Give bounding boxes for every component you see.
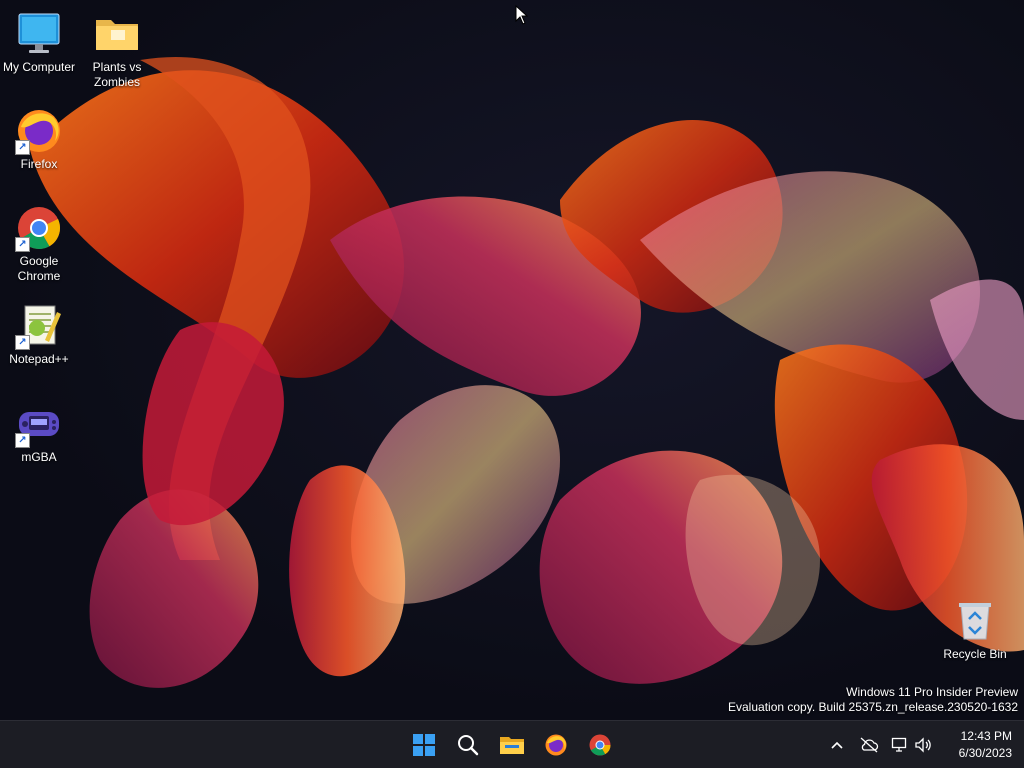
search-icon [458, 735, 479, 756]
firefox-taskbar-button[interactable] [538, 727, 574, 763]
shortcut-arrow-icon: ↗ [15, 433, 30, 448]
clock-time: 12:43 PM [960, 729, 1012, 743]
desktop-icon-google-chrome[interactable]: ↗ Google Chrome [1, 204, 77, 284]
search-button[interactable] [450, 727, 486, 763]
file-explorer-icon [500, 737, 524, 754]
desktop[interactable]: My Computer Plants vs Zombies ↗ Firefox [0, 0, 1024, 720]
monitor-icon [15, 10, 63, 58]
desktop-icon-firefox[interactable]: ↗ Firefox [1, 107, 77, 172]
show-hidden-icons-button[interactable] [825, 733, 849, 757]
network-icon [891, 737, 907, 752]
desktop-icon-my-computer[interactable]: My Computer [1, 10, 77, 75]
desktop-icon-label: Notepad++ [9, 352, 69, 366]
folder-icon [93, 10, 141, 58]
start-icon [413, 734, 435, 756]
desktop-icon-recycle-bin[interactable]: Recycle Bin [937, 597, 1013, 662]
desktop-icon-label: My Computer [2, 60, 76, 74]
desktop-icon-plants-vs-zombies[interactable]: Plants vs Zombies [79, 10, 155, 90]
desktop-icon-notepad-plus-plus[interactable]: ↗ Notepad++ [1, 302, 77, 367]
wallpaper-ribbons [30, 56, 1024, 688]
desktop-icon-label: Google Chrome [17, 254, 61, 283]
network-button[interactable] [888, 733, 912, 757]
mouse-cursor-icon [515, 5, 529, 25]
taskbar-clock[interactable]: 12:43 PM 6/30/2023 [959, 728, 1012, 762]
desktop-icon-label: Plants vs Zombies [92, 60, 142, 89]
desktop-icon-label: Firefox [20, 157, 58, 171]
firefox-icon [545, 734, 567, 756]
shortcut-arrow-icon: ↗ [15, 237, 30, 252]
windows-watermark: Windows 11 Pro Insider Preview Evaluatio… [728, 685, 1018, 715]
chrome-taskbar-button[interactable] [582, 727, 618, 763]
shortcut-arrow-icon: ↗ [15, 335, 30, 350]
watermark-build: Evaluation copy. Build 25375.zn_release.… [728, 700, 1018, 714]
chevron-up-icon [831, 741, 843, 749]
shortcut-arrow-icon: ↗ [15, 140, 30, 155]
clock-date: 6/30/2023 [958, 746, 1012, 760]
desktop-icon-label: Recycle Bin [943, 647, 1007, 661]
start-button[interactable] [406, 727, 442, 763]
chrome-icon [589, 734, 611, 756]
onedrive-status-button[interactable] [857, 733, 881, 757]
desktop-icon-label: mGBA [21, 450, 57, 464]
speaker-icon [915, 737, 931, 753]
watermark-edition: Windows 11 Pro Insider Preview [846, 685, 1018, 699]
desktop-icon-mgba[interactable]: ↗ mGBA [1, 400, 77, 465]
file-explorer-button[interactable] [494, 727, 530, 763]
volume-button[interactable] [911, 733, 935, 757]
cloud-off-icon [860, 737, 879, 753]
recycle-bin-icon [951, 597, 999, 645]
taskbar: 12:43 PM 6/30/2023 [0, 720, 1024, 768]
